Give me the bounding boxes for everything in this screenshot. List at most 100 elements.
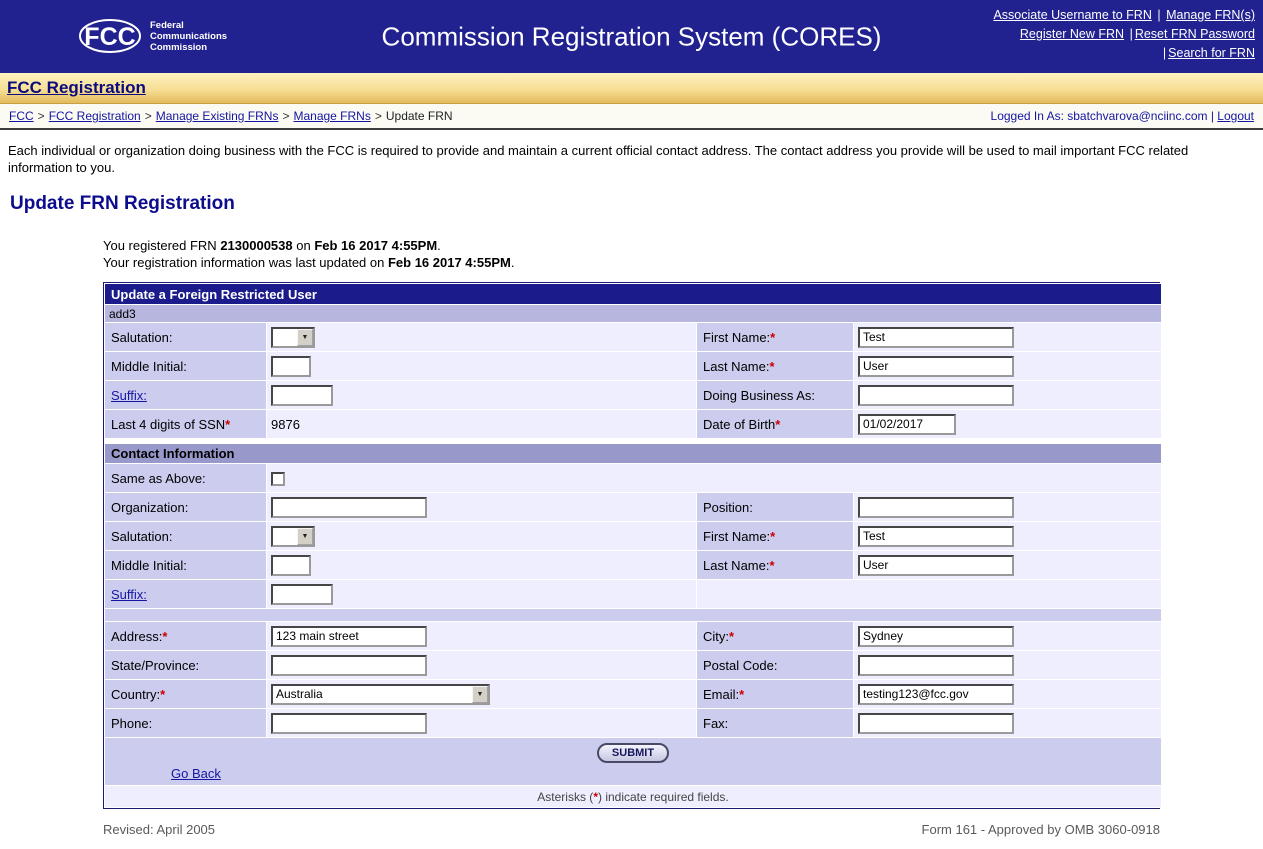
ssn-label: Last 4 digits of SSN: [111, 417, 225, 432]
submit-button[interactable]: SUBMIT: [597, 743, 669, 763]
updated-datetime: Feb 16 2017 4:55PM: [388, 255, 511, 270]
position-input[interactable]: [858, 497, 1014, 518]
fax-label: Fax:: [703, 716, 728, 731]
update-frn-form: Update a Foreign Restricted User add3 Sa…: [103, 282, 1160, 809]
state-label: State/Province:: [111, 658, 199, 673]
crumb-manage-frns[interactable]: Manage FRNs: [293, 109, 370, 123]
row-state-postal: State/Province: Postal Code:: [105, 651, 1162, 680]
required-asterisk: *: [770, 330, 775, 345]
dropdown-arrow-icon: ▼: [472, 686, 488, 703]
contact-middle-initial-label: Middle Initial:: [111, 558, 187, 573]
city-label: City:: [703, 629, 729, 644]
dba-input[interactable]: [858, 385, 1014, 406]
row-organization-position: Organization: Position:: [105, 493, 1162, 522]
country-select[interactable]: Australia ▼: [271, 684, 490, 705]
personal-suffix-input[interactable]: [271, 385, 333, 406]
row-personal-middle-initial: Middle Initial: Last Name:*: [105, 352, 1162, 381]
email-input[interactable]: [858, 684, 1014, 705]
required-asterisk: *: [160, 687, 165, 702]
required-asterisk: *: [225, 417, 230, 432]
personal-suffix-link[interactable]: Suffix:: [111, 388, 147, 403]
contact-salutation-label: Salutation:: [111, 529, 172, 544]
organization-input[interactable]: [271, 497, 427, 518]
frn-number: 2130000538: [220, 238, 292, 253]
contact-suffix-link[interactable]: Suffix:: [111, 587, 147, 602]
personal-salutation-select[interactable]: ▼: [271, 327, 315, 348]
personal-middle-initial-input[interactable]: [271, 356, 311, 377]
contact-section-header: Contact Information: [105, 444, 1162, 464]
logout-link[interactable]: Logout: [1217, 109, 1254, 123]
contact-first-name-input[interactable]: [858, 526, 1014, 547]
position-label: Position:: [703, 500, 753, 515]
username-value: add3: [105, 305, 1162, 323]
login-info: Logged In As: sbatchvarova@nciinc.com | …: [991, 109, 1254, 123]
top-header: FCC Federal Communications Commission Co…: [0, 0, 1263, 73]
fcc-logo-icon: FCC: [78, 12, 142, 60]
footer-revised: Revised: April 2005: [103, 822, 215, 837]
email-label: Email:: [703, 687, 739, 702]
organization-label: Organization:: [111, 500, 188, 515]
registered-line: You registered FRN 2130000538 on Feb 16 …: [103, 237, 1263, 254]
reset-frn-password-link[interactable]: Reset FRN Password: [1135, 27, 1255, 41]
submit-row: SUBMIT Go Back: [105, 738, 1162, 786]
contact-section-title: Contact Information: [105, 444, 1162, 464]
required-asterisk: *: [775, 417, 780, 432]
same-as-above-checkbox[interactable]: [271, 472, 285, 486]
go-back-link[interactable]: Go Back: [171, 766, 221, 781]
fcc-registration-link[interactable]: FCC Registration: [7, 78, 146, 98]
postal-code-input[interactable]: [858, 655, 1014, 676]
page-footer: Revised: April 2005 Form 161 - Approved …: [103, 822, 1160, 837]
system-title: Commission Registration System (CORES): [382, 21, 882, 52]
state-input[interactable]: [271, 655, 427, 676]
required-fields-note: Asterisks (*) indicate required fields.: [105, 786, 1162, 808]
search-for-frn-link[interactable]: Search for FRN: [1168, 46, 1255, 60]
postal-code-label: Postal Code:: [703, 658, 777, 673]
form-section-title: Update a Foreign Restricted User: [105, 284, 1162, 305]
logged-in-user: sbatchvarova@nciinc.com: [1067, 109, 1207, 123]
row-phone-fax: Phone: Fax:: [105, 709, 1162, 738]
personal-salutation-label: Salutation:: [111, 330, 172, 345]
required-asterisk: *: [729, 629, 734, 644]
crumb-manage-existing-frns[interactable]: Manage Existing FRNs: [156, 109, 279, 123]
crumb-fcc-registration[interactable]: FCC Registration: [49, 109, 141, 123]
crumb-current: Update FRN: [386, 109, 453, 123]
phone-input[interactable]: [271, 713, 427, 734]
personal-last-name-label: Last Name:: [703, 359, 769, 374]
manage-frns-link[interactable]: Manage FRN(s): [1166, 8, 1255, 22]
dropdown-arrow-icon: ▼: [297, 528, 313, 545]
fcc-registration-banner: FCC Registration: [0, 73, 1263, 104]
dob-input[interactable]: [858, 414, 956, 435]
phone-label: Phone:: [111, 716, 152, 731]
contact-suffix-input[interactable]: [271, 584, 333, 605]
city-input[interactable]: [858, 626, 1014, 647]
form-section-header: Update a Foreign Restricted User: [105, 284, 1162, 305]
personal-last-name-input[interactable]: [858, 356, 1014, 377]
fcc-logo: FCC Federal Communications Commission: [78, 12, 227, 60]
required-asterisk: *: [769, 558, 774, 573]
row-ssn-dob: Last 4 digits of SSN* 9876 Date of Birth…: [105, 410, 1162, 439]
dropdown-arrow-icon: ▼: [297, 329, 313, 346]
required-asterisk: *: [770, 529, 775, 544]
updated-line: Your registration information was last u…: [103, 254, 1263, 271]
row-country-email: Country:* Australia ▼ Email:*: [105, 680, 1162, 709]
required-asterisk: *: [162, 629, 167, 644]
address-input[interactable]: [271, 626, 427, 647]
contact-last-name-input[interactable]: [858, 555, 1014, 576]
contact-last-name-label: Last Name:: [703, 558, 769, 573]
country-label: Country:: [111, 687, 160, 702]
required-asterisk: *: [769, 359, 774, 374]
contact-middle-initial-input[interactable]: [271, 555, 311, 576]
register-new-frn-link[interactable]: Register New FRN: [1020, 27, 1124, 41]
row-personal-suffix: Suffix: Doing Business As:: [105, 381, 1162, 410]
personal-first-name-input[interactable]: [858, 327, 1014, 348]
row-contact-middle-initial: Middle Initial: Last Name:*: [105, 551, 1162, 580]
required-fields-note-row: Asterisks (*) indicate required fields.: [105, 786, 1162, 808]
associate-username-link[interactable]: Associate Username to FRN: [993, 8, 1151, 22]
contact-salutation-select[interactable]: ▼: [271, 526, 315, 547]
dob-label: Date of Birth: [703, 417, 775, 432]
page-title: Update FRN Registration: [10, 193, 1263, 215]
crumb-fcc[interactable]: FCC: [9, 109, 34, 123]
intro-text: Each individual or organization doing bu…: [0, 130, 1263, 176]
required-asterisk: *: [739, 687, 744, 702]
fax-input[interactable]: [858, 713, 1014, 734]
